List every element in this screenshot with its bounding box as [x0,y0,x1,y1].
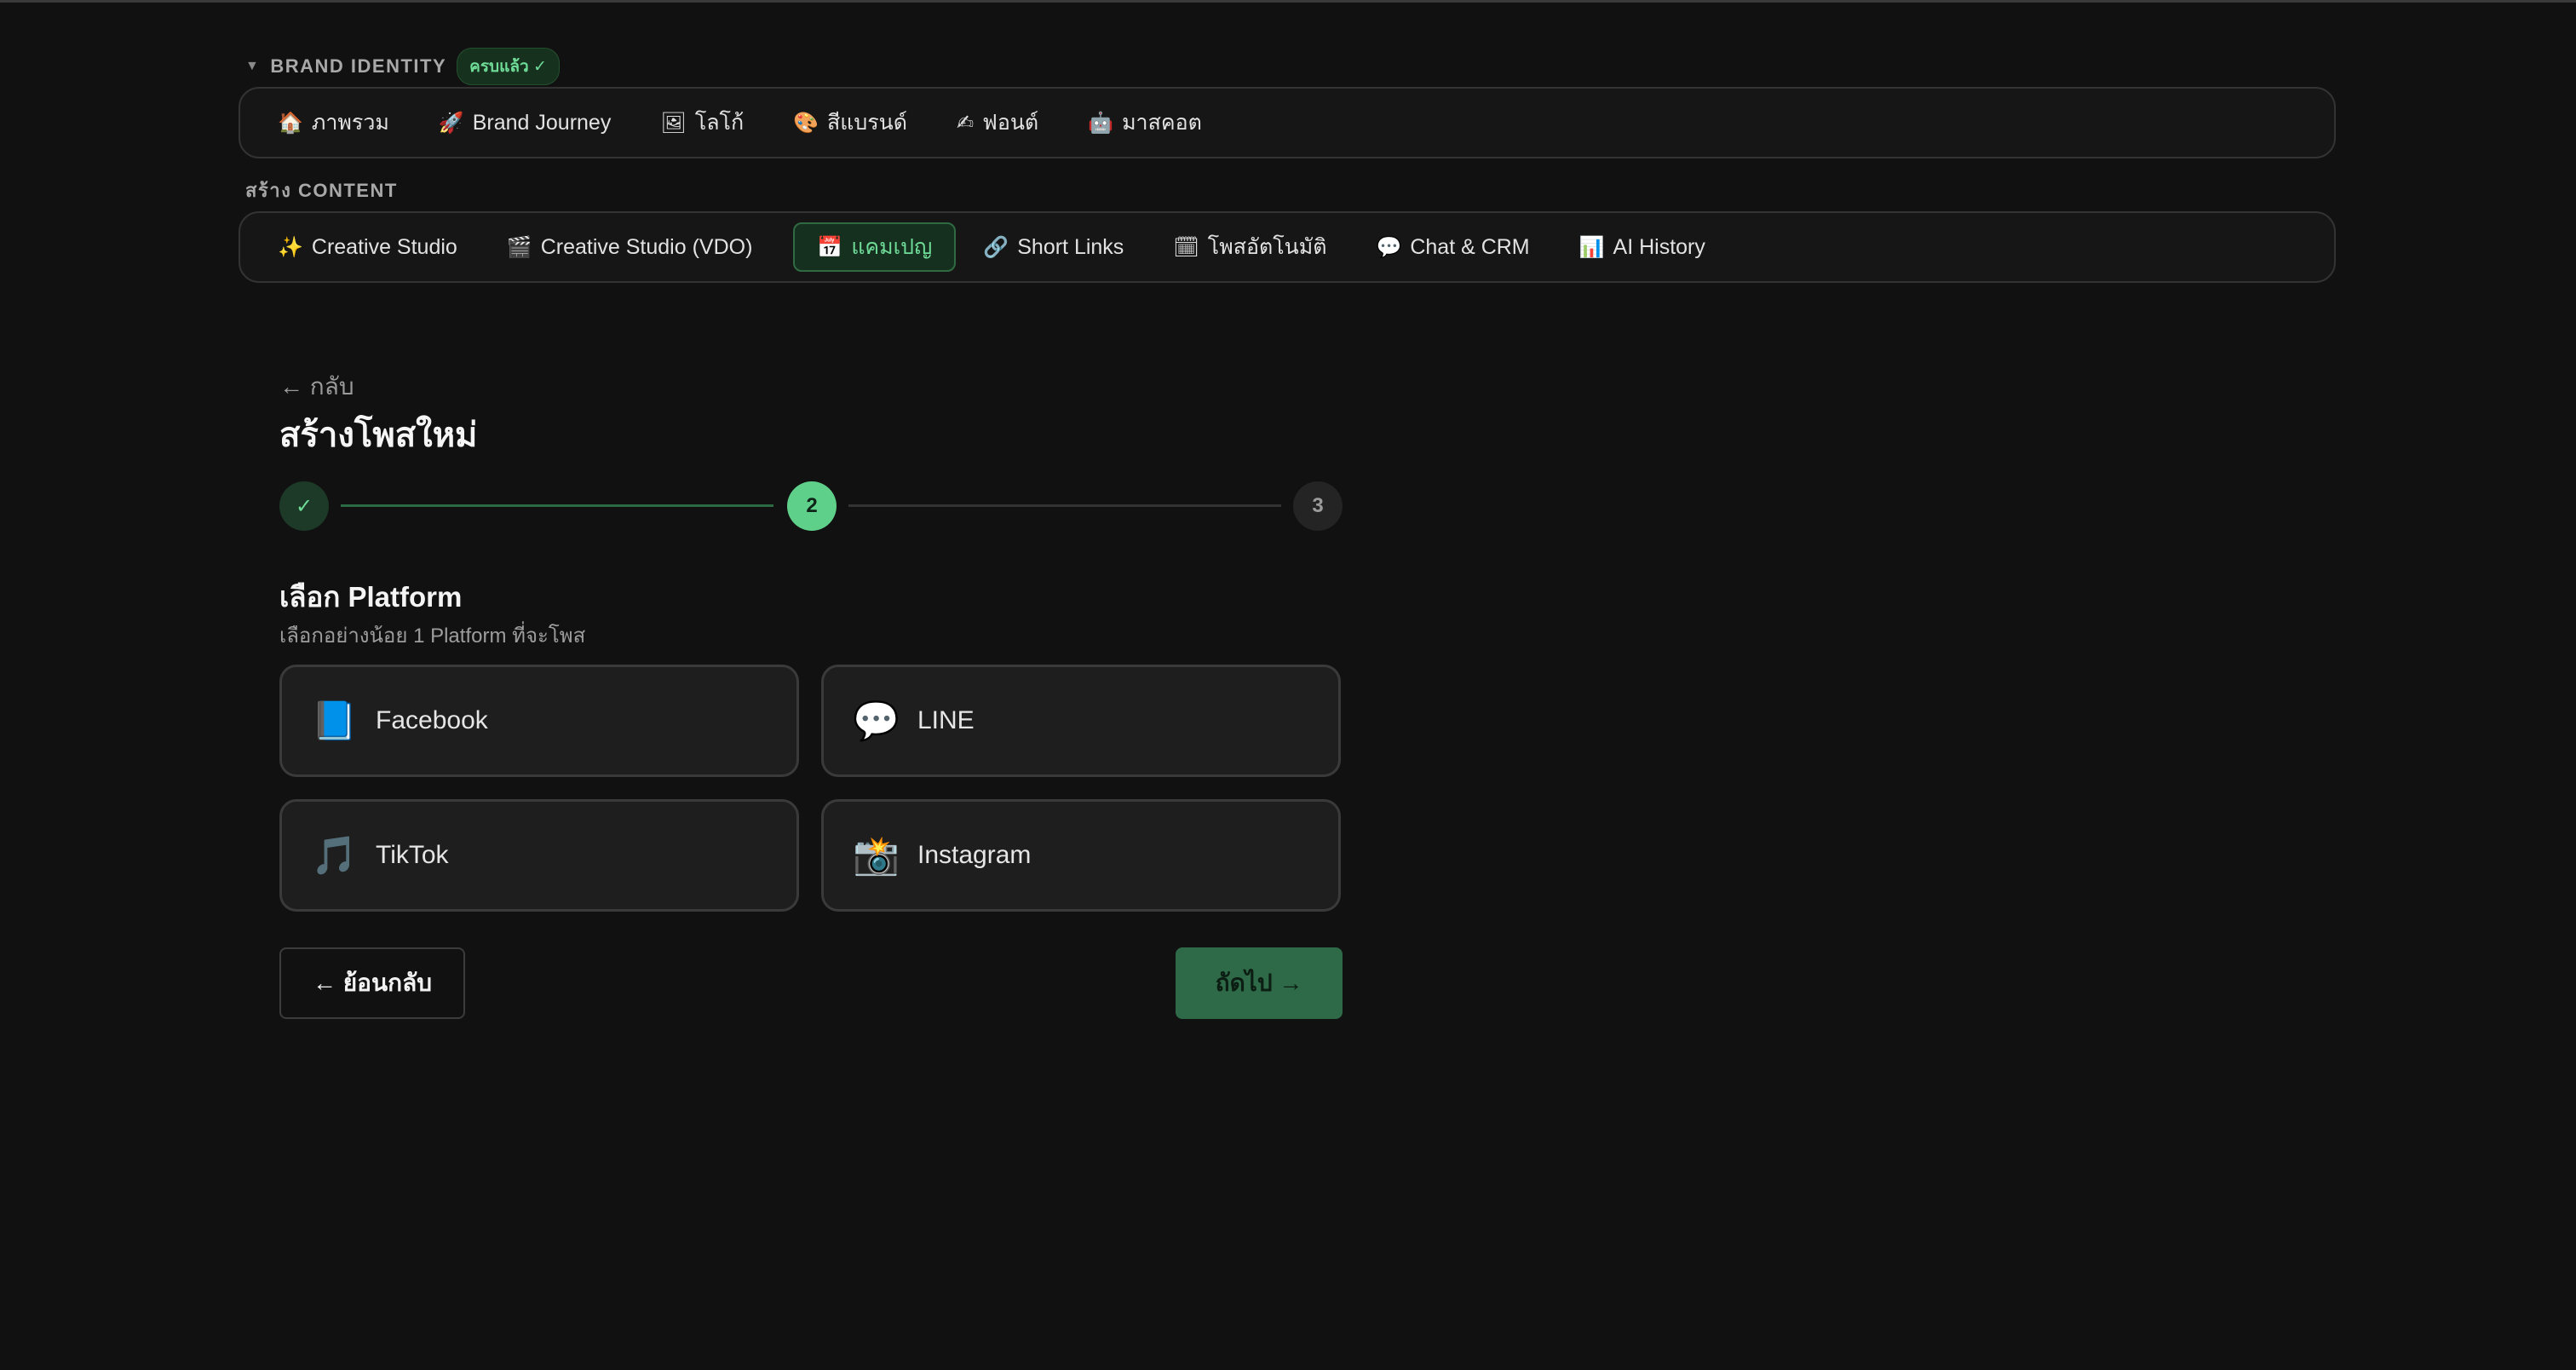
speech-bubble-icon: 💬 [1376,235,1402,259]
back-button[interactable]: ← ย้อนกลับ [279,947,465,1019]
brand-nav-bar: 🏠 ภาพรวม 🚀 Brand Journey 🖼 โลโก้ 🎨 สีแบร… [239,87,2336,158]
nav-item-label: มาสคอต [1122,111,1202,135]
platform-label: Instagram [917,841,1032,869]
robot-icon: 🤖 [1088,111,1114,135]
music-note-icon: 🎵 [311,834,358,878]
platform-option-instagram[interactable]: 📸 Instagram [821,799,1341,912]
next-button[interactable]: ถัดไป → [1176,947,1343,1019]
nav-item-label: สีแบรนด์ [827,111,908,135]
page-title: สร้างโพสใหม่ [279,417,478,454]
step-1-complete: ✓ [279,481,329,531]
nav-item-label: โพสอัตโนมัติ [1207,235,1327,259]
nav-item-label: ฟอนต์ [982,111,1039,135]
nav-item-campaign[interactable]: 📅 แคมเปญ [793,222,957,272]
platform-section-title: เลือก Platform [279,581,463,613]
platform-option-tiktok[interactable]: 🎵 TikTok [279,799,799,912]
nav-item-logo[interactable]: 🖼 โลโก้ [652,98,766,147]
platform-option-facebook[interactable]: 📘 Facebook [279,665,799,777]
writing-hand-icon: ✍ [957,111,975,135]
nav-item-label: Short Links [1017,234,1124,259]
top-border [0,0,2576,3]
nav-item-brand-colors[interactable]: 🎨 สีแบรนด์ [785,98,929,147]
speech-bubble-icon: 💬 [853,699,900,743]
calendar-pad-icon: 🗓 [1173,235,1199,259]
step-2-current: 2 [787,481,837,531]
clapper-board-icon: 🎬 [506,235,532,259]
platform-label: LINE [917,706,975,734]
nav-item-label: Creative Studio (VDO) [540,234,753,259]
platform-section-subtitle: เลือกอย่างน้อย 1 Platform ที่จะโพส [279,625,586,648]
content-nav-bar: ✨ Creative Studio 🎬 Creative Studio (VDO… [239,211,2336,283]
nav-item-chat-crm[interactable]: 💬 Chat & CRM [1367,222,1551,272]
content-section-label: สร้าง CONTENT [245,180,398,201]
nav-item-fonts[interactable]: ✍ ฟอนต์ [948,98,1061,147]
palette-icon: 🎨 [793,111,819,135]
step-connector-pending [848,504,1281,507]
completion-badge: ครบแล้ว ✓ [457,48,560,85]
nav-item-creative-studio[interactable]: ✨ Creative Studio [269,222,480,272]
brand-identity-label: BRAND IDENTITY [270,55,447,77]
brand-identity-header[interactable]: ▼ BRAND IDENTITY ครบแล้ว ✓ [245,48,560,85]
nav-item-label: Creative Studio [311,234,457,259]
rocket-icon: 🚀 [438,111,464,135]
nav-item-short-links[interactable]: 🔗 Short Links [975,222,1146,272]
content-header: สร้าง CONTENT [245,176,398,205]
home-icon: 🏠 [278,111,303,135]
platform-label: Facebook [376,706,488,734]
sparkles-icon: ✨ [278,235,303,259]
step-3-pending: 3 [1293,481,1343,531]
nav-item-label: AI History [1613,234,1705,259]
platform-label: TikTok [376,841,449,869]
calendar-icon: 📅 [817,235,843,259]
link-icon: 🔗 [983,235,1009,259]
back-link[interactable]: ← กลับ [279,368,354,406]
nav-item-overview[interactable]: 🏠 ภาพรวม [269,98,411,147]
bar-chart-icon: 📊 [1578,235,1605,259]
nav-item-auto-post[interactable]: 🗓 โพสอัตโนมัติ [1164,222,1348,272]
collapse-caret-icon[interactable]: ▼ [245,59,260,74]
step-connector-complete [341,504,773,507]
nav-item-label: โลโก้ [694,111,745,135]
camera-flash-icon: 📸 [853,834,900,878]
blue-book-icon: 📘 [311,699,358,743]
nav-item-label: Chat & CRM [1410,234,1530,259]
nav-item-label: แคมเปญ [851,235,933,259]
nav-item-brand-journey[interactable]: 🚀 Brand Journey [430,98,634,147]
nav-item-label: Brand Journey [472,110,612,135]
nav-item-label: ภาพรวม [311,111,389,135]
platform-option-line[interactable]: 💬 LINE [821,665,1341,777]
nav-item-mascot[interactable]: 🤖 มาสคอต [1079,98,1224,147]
nav-item-creative-studio-vdo[interactable]: 🎬 Creative Studio (VDO) [498,222,775,272]
nav-item-ai-history[interactable]: 📊 AI History [1571,222,1728,272]
picture-icon: 🖼 [660,111,687,135]
